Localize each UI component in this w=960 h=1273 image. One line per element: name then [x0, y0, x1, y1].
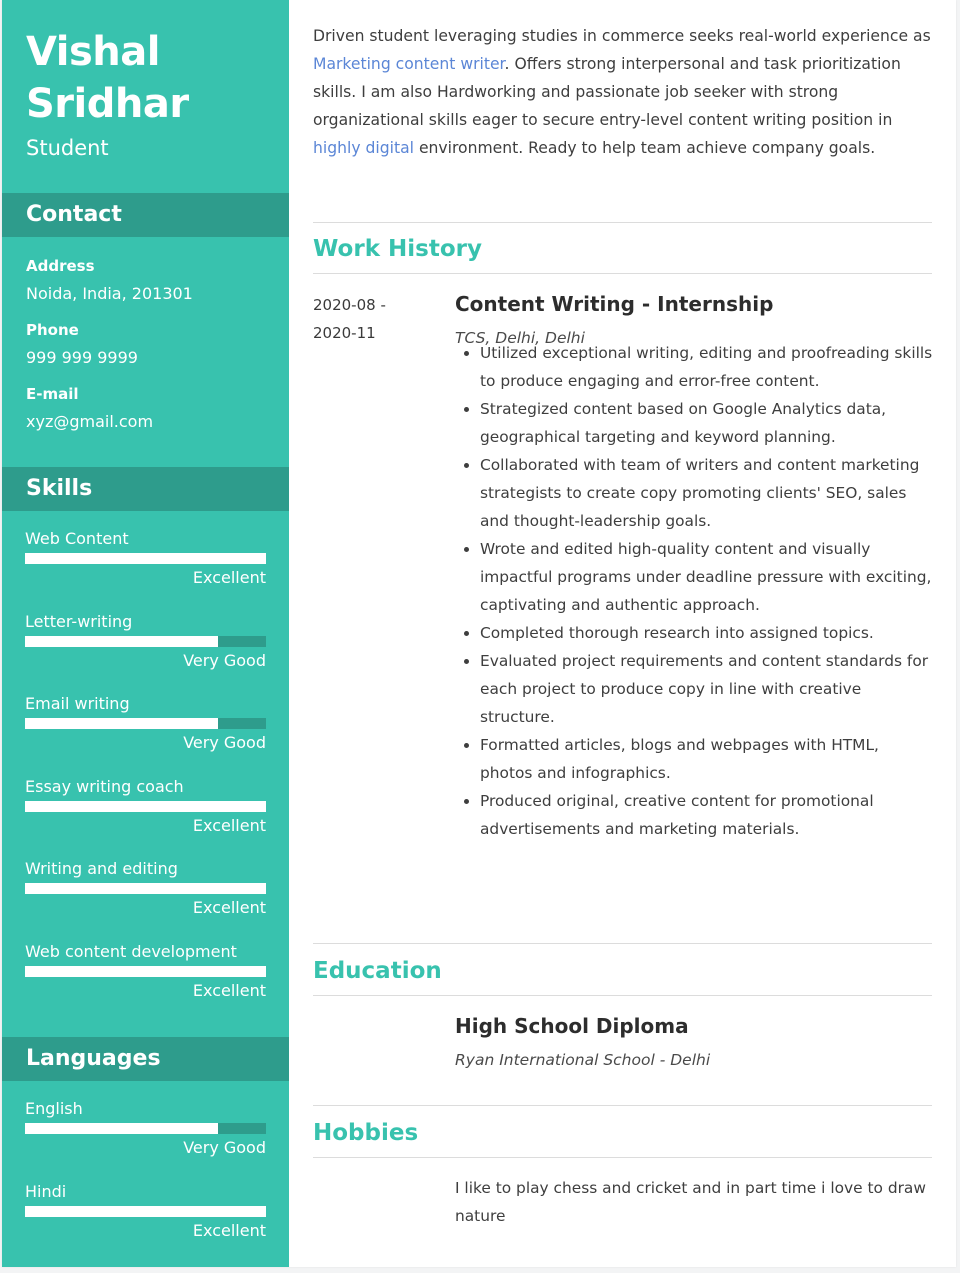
- list-item: Collaborated with team of writers and co…: [480, 451, 935, 535]
- language-item: English Very Good: [25, 1099, 266, 1158]
- work-history-heading: Work History: [313, 236, 482, 262]
- skill-item: Letter-writing Very Good: [25, 612, 266, 671]
- languages-heading: Languages: [2, 1037, 289, 1081]
- list-item: Completed thorough research into assigne…: [480, 619, 935, 647]
- skill-item: Web Content Excellent: [25, 529, 266, 588]
- candidate-name: Vishal Sridhar: [26, 26, 189, 130]
- hobbies-text: I like to play chess and cricket and in …: [455, 1179, 926, 1225]
- skill-item: Email writing Very Good: [25, 694, 266, 753]
- last-name: Sridhar: [26, 81, 189, 127]
- language-item: Hindi Excellent: [25, 1182, 266, 1241]
- skill-bar: [25, 553, 266, 564]
- section-divider: [313, 943, 932, 944]
- candidate-title: Student: [26, 136, 109, 160]
- work-date-end: 2020-11: [313, 324, 376, 342]
- skill-item: Essay writing coach Excellent: [25, 777, 266, 836]
- skill-name: Essay writing coach: [25, 777, 184, 796]
- skill-level: Very Good: [183, 733, 266, 752]
- section-divider: [313, 1157, 932, 1158]
- skill-bar-fill: [25, 883, 266, 894]
- education-heading: Education: [313, 958, 442, 984]
- skill-name: Email writing: [25, 694, 130, 713]
- sidebar: Vishal Sridhar Student Contact Address N…: [2, 0, 289, 1267]
- skill-bar-fill: [25, 966, 266, 977]
- phone-value: 999 999 9999: [26, 348, 138, 367]
- skill-level: Excellent: [192, 816, 266, 835]
- skill-bar-fill: [25, 718, 218, 729]
- language-level: Very Good: [183, 1138, 266, 1157]
- skill-name: Writing and editing: [25, 859, 178, 878]
- skill-item: Writing and editing Excellent: [25, 859, 266, 918]
- skill-bar-fill: [25, 801, 266, 812]
- skill-item: Web content development Excellent: [25, 942, 266, 1001]
- job-title: Content Writing - Internship: [455, 292, 774, 316]
- language-name: English: [25, 1099, 83, 1118]
- skill-level: Excellent: [192, 898, 266, 917]
- skill-bar: [25, 883, 266, 894]
- skill-name: Letter-writing: [25, 612, 133, 631]
- skill-name: Web content development: [25, 942, 237, 961]
- language-bar: [25, 1123, 266, 1134]
- skills-heading: Skills: [2, 467, 289, 511]
- section-divider: [313, 1105, 932, 1106]
- list-item: Formatted articles, blogs and webpages w…: [480, 731, 935, 787]
- email-label: E-mail: [26, 385, 79, 403]
- resume-page: Vishal Sridhar Student Contact Address N…: [2, 0, 956, 1267]
- list-item: Produced original, creative content for …: [480, 787, 935, 843]
- phone-label: Phone: [26, 321, 79, 339]
- section-divider: [313, 222, 932, 223]
- language-bar-fill: [25, 1206, 266, 1217]
- skill-level: Excellent: [192, 981, 266, 1000]
- list-item: Strategized content based on Google Anal…: [480, 395, 935, 451]
- skill-name: Web Content: [25, 529, 129, 548]
- skill-bar: [25, 966, 266, 977]
- section-divider: [313, 995, 932, 996]
- language-bar-fill: [25, 1123, 218, 1134]
- skill-level: Excellent: [192, 568, 266, 587]
- skill-bar-fill: [25, 553, 266, 564]
- language-level: Excellent: [192, 1221, 266, 1240]
- school-name: Ryan International School - Delhi: [455, 1051, 711, 1069]
- first-name: Vishal: [26, 29, 160, 75]
- language-bar: [25, 1206, 266, 1217]
- work-date-start: 2020-08 -: [313, 296, 386, 314]
- address-label: Address: [26, 257, 95, 275]
- professional-summary: Driven student leveraging studies in com…: [313, 22, 933, 162]
- summary-text: environment. Ready to help team achieve …: [413, 139, 876, 157]
- contact-heading: Contact: [2, 193, 289, 237]
- summary-text: Driven student leveraging studies in com…: [313, 27, 931, 45]
- skill-bar: [25, 636, 266, 647]
- address-value: Noida, India, 201301: [26, 284, 193, 303]
- skill-bar-fill: [25, 636, 218, 647]
- job-responsibilities: Utilized exceptional writing, editing an…: [455, 339, 935, 843]
- summary-link-digital[interactable]: highly digital: [313, 139, 414, 157]
- degree-title: High School Diploma: [455, 1014, 689, 1038]
- skill-bar: [25, 801, 266, 812]
- skill-level: Very Good: [183, 651, 266, 670]
- hobbies-heading: Hobbies: [313, 1120, 419, 1146]
- section-divider: [313, 273, 932, 274]
- list-item: Utilized exceptional writing, editing an…: [480, 339, 935, 395]
- list-item: Wrote and edited high-quality content an…: [480, 535, 935, 619]
- list-item: Evaluated project requirements and conte…: [480, 647, 935, 731]
- work-dates: 2020-08 - 2020-11: [313, 291, 386, 347]
- language-name: Hindi: [25, 1182, 67, 1201]
- email-value[interactable]: xyz@gmail.com: [26, 411, 153, 433]
- summary-link-role[interactable]: Marketing content writer: [313, 55, 505, 73]
- skill-bar: [25, 718, 266, 729]
